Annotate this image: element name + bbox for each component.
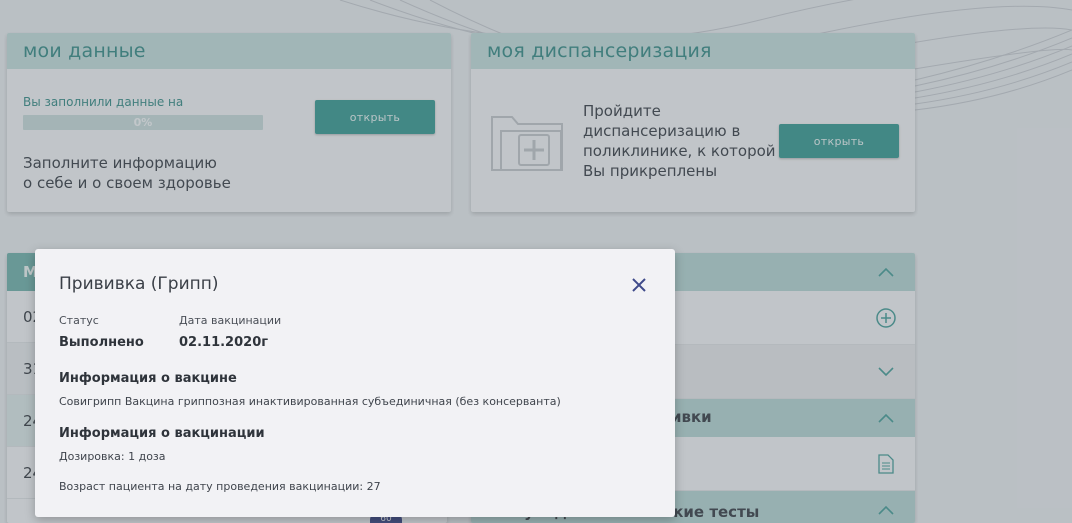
close-icon[interactable] [629, 275, 649, 295]
vaccination-info-heading: Информация о вакцинации [59, 426, 265, 441]
vaccination-details-modal: Прививка (Грипп) Статус Выполнено Дата в… [35, 249, 675, 517]
dosage-text: Дозировка: 1 доза [59, 450, 166, 463]
vaccination-date-value: 02.11.2020г [179, 335, 269, 350]
status-label: Статус [59, 314, 99, 327]
vaccine-info-heading: Информация о вакцине [59, 371, 237, 386]
modal-title: Прививка (Грипп) [59, 274, 219, 294]
vaccine-info-text: Совигрипп Вакцина гриппозная инактивиров… [59, 395, 561, 408]
vaccination-date-label: Дата вакцинации [179, 314, 282, 327]
status-value: Выполнено [59, 335, 144, 350]
patient-age-text: Возраст пациента на дату проведения вакц… [59, 480, 381, 493]
